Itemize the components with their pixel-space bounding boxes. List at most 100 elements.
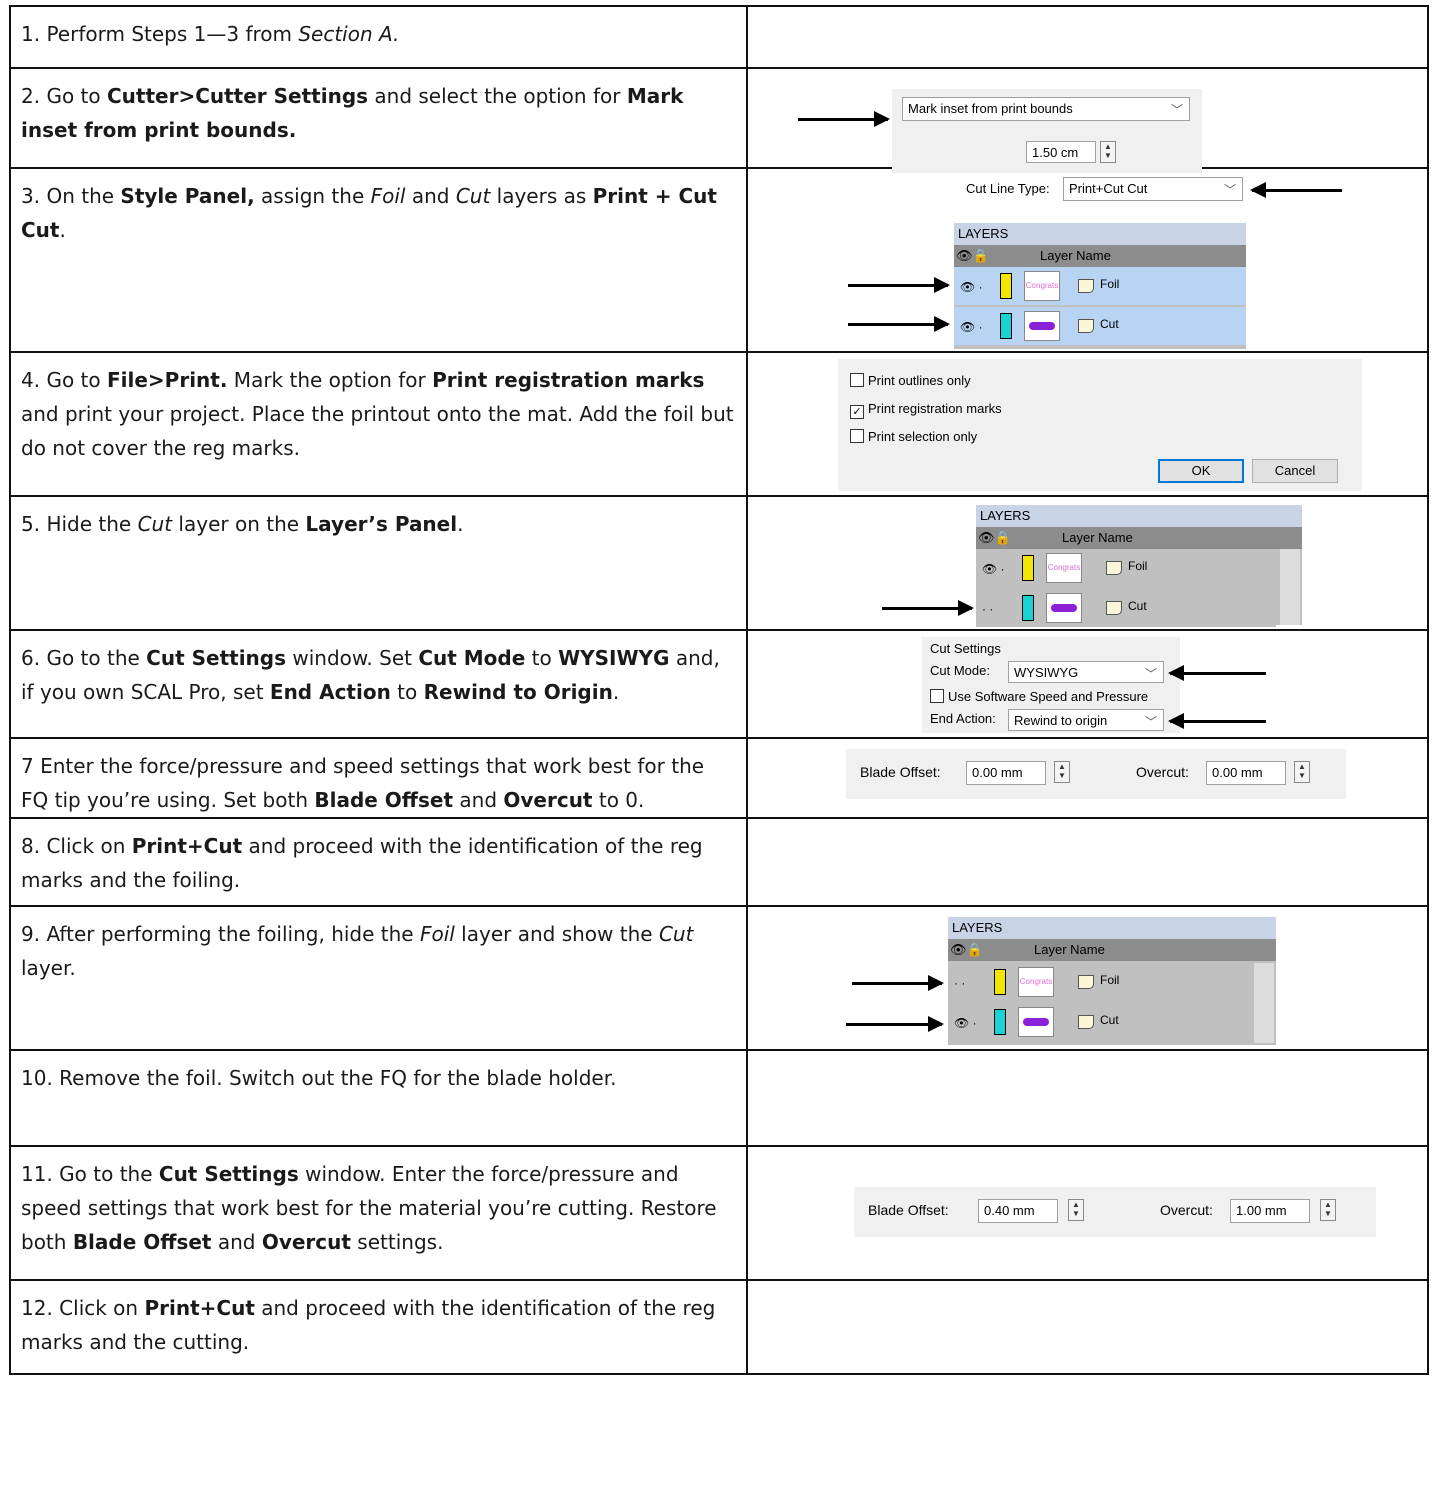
cancel-button[interactable]: Cancel [1252,459,1338,483]
print-selection-checkbox[interactable]: Print selection only [850,429,977,444]
arrow-right-icon [848,277,950,293]
print-outlines-checkbox[interactable]: Print outlines only [850,373,971,388]
step-image-5: LAYERS 👁🔒 Layer Name 👁 · Congrats Foil · … [746,495,1429,631]
cut-thumbnail [1046,593,1082,623]
arrow-right-icon [882,600,974,616]
end-action-label: End Action: [930,711,996,726]
layer-name-foil: Foil [1100,973,1120,987]
step-row-3: 3. On the Style Panel, assign the Foil a… [9,167,1429,353]
layer-page-icon [1106,561,1122,575]
layers-title: LAYERS [954,223,1246,245]
mark-option-dropdown[interactable]: Mark inset from print bounds ﹀ [902,97,1190,121]
eye-icon[interactable]: 👁 · [960,320,983,334]
layer-row-foil[interactable]: · · Congrats Foil [948,963,1250,1001]
step-image-6: Cut Settings Cut Mode: WYSIWYG ﹀ Use Soft… [746,629,1429,739]
layer-name-cut: Cut [1128,599,1147,613]
step-text-7: 7 Enter the force/pressure and speed set… [9,737,748,819]
layer-row-cut[interactable]: · · Cut [976,589,1276,627]
overcut-input[interactable]: 0.00 mm [1206,761,1286,785]
layer-name-foil: Foil [1100,277,1120,291]
layers-title: LAYERS [948,917,1276,939]
step-row-7: 7 Enter the force/pressure and speed set… [9,737,1429,819]
eye-icon[interactable]: 👁 · [954,1016,977,1030]
chevron-down-icon: ﹀ [1144,667,1157,681]
arrow-left-icon [1168,713,1266,729]
blade-settings-panel: Blade Offset: 0.40 mm ▲ ▼ Overcut: 1.00 m… [854,1187,1376,1237]
step-text-12: 12. Click on Print+Cut and proceed with … [9,1279,748,1375]
step-image-10 [746,1049,1429,1147]
blade-settings-panel: Blade Offset: 0.00 mm ▲ ▼ Overcut: 0.00 m… [846,749,1346,799]
layer-name-cut: Cut [1100,1013,1119,1027]
step-image-12 [746,1279,1429,1375]
print-reg-marks-checkbox[interactable]: ✓ Print registration marks [850,401,1002,419]
step-image-11: Blade Offset: 0.40 mm ▲ ▼ Overcut: 1.00 m… [746,1145,1429,1281]
eye-icon[interactable]: 👁 · [960,280,983,294]
end-action-dropdown[interactable]: Rewind to origin ﹀ [1008,709,1164,731]
use-software-checkbox[interactable]: Use Software Speed and Pressure [930,689,1148,704]
step-image-3: Cut Line Type: Print+Cut Cut ﹀ LAYERS 👁🔒 L… [746,167,1429,353]
foil-color-swatch [994,969,1006,995]
step-row-4: 4. Go to File>Print. Mark the option for… [9,351,1429,497]
arrow-right-icon [848,316,950,332]
overcut-spinner[interactable]: ▲ ▼ [1294,761,1310,783]
blade-offset-input[interactable]: 0.00 mm [966,761,1046,785]
layer-row-cut[interactable]: 👁 · Cut [948,1003,1250,1041]
overcut-label: Overcut: [1160,1202,1213,1218]
overcut-spinner[interactable]: ▲ ▼ [1320,1199,1336,1221]
arrow-right-icon [852,975,944,991]
cut-thumbnail [1024,311,1060,341]
inset-spinner[interactable]: ▲ ▼ [1100,141,1116,163]
step-image-9: LAYERS 👁🔒 Layer Name · · Congrats Foil 👁 … [746,905,1429,1051]
step-text-6: 6. Go to the Cut Settings window. Set Cu… [9,629,748,739]
scrollbar[interactable] [1254,963,1274,1043]
overcut-input[interactable]: 1.00 mm [1230,1199,1310,1223]
layer-name-cut: Cut [1100,317,1119,331]
layer-row-cut[interactable]: 👁 · Cut [954,307,1246,345]
step-text-9: 9. After performing the foiling, hide th… [9,905,748,1051]
eye-lock-icon: 👁🔒 [956,248,989,263]
step-text-1: 1. Perform Steps 1—3 from Section A. [9,5,748,69]
cut-thumbnail [1018,1007,1054,1037]
inset-value-input[interactable]: 1.50 cm [1026,141,1096,163]
hidden-eye-icon[interactable]: · · [954,976,965,990]
hidden-eye-icon[interactable]: · · [982,602,993,616]
ok-button[interactable]: OK [1158,459,1244,483]
blade-offset-spinner[interactable]: ▲ ▼ [1068,1199,1084,1221]
step-text-10: 10. Remove the foil. Switch out the FQ f… [9,1049,748,1147]
blade-offset-input[interactable]: 0.40 mm [978,1199,1058,1223]
eye-icon[interactable]: 👁 · [982,562,1005,576]
layer-page-icon [1078,279,1094,293]
step-text-4: 4. Go to File>Print. Mark the option for… [9,351,748,497]
blade-offset-spinner[interactable]: ▲ ▼ [1054,761,1070,783]
layer-row-foil[interactable]: 👁 · Congrats Foil [976,549,1276,587]
layer-row-foil[interactable]: 👁 · Congrats Foil [954,267,1246,305]
step-row-12: 12. Click on Print+Cut and proceed with … [9,1279,1429,1375]
layer-page-icon [1078,319,1094,333]
layer-page-icon [1078,1015,1094,1029]
foil-thumbnail: Congrats [1018,967,1054,997]
chevron-down-icon: ﹀ [1170,103,1183,117]
layers-panel: LAYERS 👁🔒 Layer Name 👁 · Congrats Foil · … [976,505,1302,627]
arrow-right-icon [846,1016,944,1032]
print-dialog: Print outlines only ✓ Print registration … [838,359,1362,491]
scrollbar[interactable] [1280,549,1300,625]
layers-column-header: 👁🔒 Layer Name [948,939,1276,961]
overcut-label: Overcut: [1136,764,1189,780]
blade-offset-label: Blade Offset: [860,764,941,780]
step-image-1 [746,5,1429,69]
cut-color-swatch [994,1009,1006,1035]
cut-mode-label: Cut Mode: [930,663,990,678]
cut-settings-panel: Cut Settings Cut Mode: WYSIWYG ﹀ Use Soft… [922,637,1180,733]
cut-line-type-dropdown[interactable]: Print+Cut Cut ﹀ [1063,177,1243,201]
chevron-down-icon: ﹀ [1223,183,1236,197]
blade-offset-label: Blade Offset: [868,1202,949,1218]
cut-settings-title: Cut Settings [930,641,1001,656]
layers-column-header: 👁🔒 Layer Name [954,245,1246,267]
chevron-down-icon: ﹀ [1144,715,1157,729]
step-row-6: 6. Go to the Cut Settings window. Set Cu… [9,629,1429,739]
step-image-4: Print outlines only ✓ Print registration … [746,351,1429,497]
cut-mode-dropdown[interactable]: WYSIWYG ﹀ [1008,661,1164,683]
cut-color-swatch [1022,595,1034,621]
step-row-11: 11. Go to the Cut Settings window. Enter… [9,1145,1429,1281]
cutter-settings-panel: Mark inset from print bounds ﹀ 1.50 cm ▲ ▼ [892,89,1202,173]
